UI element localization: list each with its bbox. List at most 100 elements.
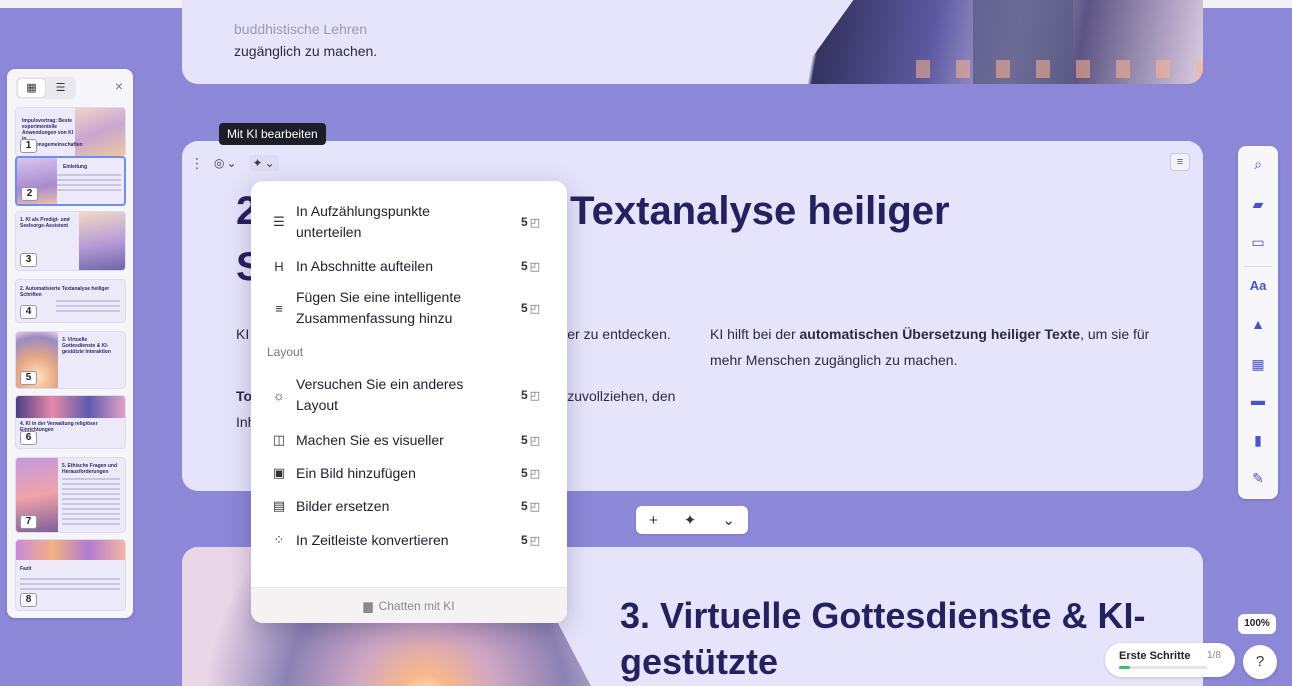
onboarding-widget[interactable]: Erste Schritte 1/8 xyxy=(1105,643,1235,677)
chevron-down-icon[interactable]: ⌄ xyxy=(722,511,735,529)
thumbnail-4[interactable]: 2. Automatisierte Textanalyse heiliger S… xyxy=(15,279,126,323)
close-icon[interactable]: × xyxy=(115,78,123,94)
thumbnail-8[interactable]: Fazit 8 xyxy=(15,539,126,611)
thumbnail-title: Einleitung xyxy=(63,164,88,170)
thumbnail-image xyxy=(16,396,125,418)
menu-item-replace-images[interactable]: ▤ Bilder ersetzen 5 ◰ xyxy=(251,495,567,517)
help-button[interactable]: ? xyxy=(1243,645,1277,679)
menu-item-more-visual[interactable]: ◫ Machen Sie es visueller 5 ◰ xyxy=(251,429,567,451)
layout-icon[interactable]: ▭ xyxy=(1248,232,1268,252)
thumbnail-number: 7 xyxy=(20,515,37,529)
onboarding-progress xyxy=(1119,666,1207,669)
thumbnail-title: 3. Virtuelle Gottesdienste & KI-gestützt… xyxy=(62,337,111,355)
credit-icon: ◰ xyxy=(529,303,541,315)
zoom-indicator[interactable]: 100% xyxy=(1238,614,1276,634)
credit-icon: ◰ xyxy=(529,468,541,480)
drag-handle-icon[interactable]: ⋮ xyxy=(190,153,204,173)
credit-icon: ◰ xyxy=(529,535,541,547)
image-icon[interactable]: ▲ xyxy=(1248,314,1268,334)
summary-icon: ≡ xyxy=(275,300,283,316)
chat-icon: ▆ xyxy=(363,598,373,613)
thumbnail-text-lines xyxy=(62,478,120,526)
search-icon[interactable]: ⌕ xyxy=(1248,154,1268,174)
ai-edit-menu: ☰ In Aufzählungspunkte unterteilen 5 ◰ H … xyxy=(251,181,567,623)
thumbnail-number: 1 xyxy=(20,139,37,153)
credits-badge: 5 ◰ xyxy=(521,215,540,229)
chat-with-ai-button[interactable]: ▆ Chatten mit KI xyxy=(251,587,567,623)
thumbnail-image xyxy=(79,212,125,270)
visual-icon: ◫ xyxy=(272,432,286,447)
thumbnail-number: 3 xyxy=(20,253,37,267)
credits-badge: 5 ◰ xyxy=(521,433,540,447)
thumbnail-number: 4 xyxy=(20,305,37,319)
edit-icon[interactable]: ✎ xyxy=(1248,468,1268,488)
chevron-down-icon: ⌄ xyxy=(226,156,237,170)
add-card-icon[interactable]: ▰ xyxy=(1248,194,1268,214)
image-add-icon: ▣ xyxy=(272,465,286,480)
card-icon[interactable]: ▬ xyxy=(1248,390,1268,410)
text-style-icon[interactable]: Aa xyxy=(1248,276,1268,296)
sparkle-icon: ✦ xyxy=(252,156,263,170)
menu-item-summary[interactable]: ≡ Fügen Sie eine intelligente Zusammenfa… xyxy=(251,287,567,329)
thumbnail-title: 2. Automatisierte Textanalyse heiliger S… xyxy=(20,286,110,298)
thumbnail-image xyxy=(75,108,125,156)
thumbnail-6[interactable]: 4. KI in der Verwaltung religiöser Einri… xyxy=(15,395,126,449)
card2-paragraph-right[interactable]: KI hilft bei der automatischen Übersetzu… xyxy=(710,321,1150,373)
thumbnail-2[interactable]: Einleitung 2 xyxy=(15,156,126,206)
chat-with-ai-label: Chatten mit KI xyxy=(378,598,455,613)
media-icon[interactable]: ▦ xyxy=(1248,354,1268,374)
onboarding-progress-fill xyxy=(1119,666,1130,669)
thumbnail-number: 8 xyxy=(20,593,37,607)
credits-badge: 5 ◰ xyxy=(521,533,540,547)
notes-icon[interactable]: ≡ xyxy=(1170,153,1190,171)
menu-item-label: In Aufzählungspunkte unterteilen xyxy=(296,203,430,240)
list-view-icon[interactable]: ☰ xyxy=(47,79,74,97)
ai-generate-card-button[interactable]: ✦ xyxy=(684,511,697,529)
card-toolbar: ⋮ ◎ ⌄ ✦ ⌄ xyxy=(190,152,279,174)
menu-item-label: Machen Sie es visueller xyxy=(296,431,444,448)
thumbnail-number: 6 xyxy=(20,431,37,445)
grid-view-icon[interactable]: ▦ xyxy=(18,79,45,97)
slide-card-1: buddhistische Lehren zugänglich zu mache… xyxy=(182,0,1203,84)
onboarding-count: 1/8 xyxy=(1207,650,1221,661)
credit-icon: ◰ xyxy=(529,390,541,402)
credit-icon: ◰ xyxy=(529,217,541,229)
menu-item-add-image[interactable]: ▣ Ein Bild hinzufügen 5 ◰ xyxy=(251,462,567,484)
menu-item-other-layout[interactable]: ☼ Versuchen Sie ein anderes Layout 5 ◰ xyxy=(251,374,567,416)
thumbnail-image xyxy=(16,540,125,560)
heading-icon: H xyxy=(274,258,284,274)
thumbnail-number: 5 xyxy=(20,371,37,385)
card3-heading[interactable]: 3. Virtuelle Gottesdienste & KI-gestützt… xyxy=(620,593,1180,685)
thumbnail-3[interactable]: 1. KI als Predigt- und Seelsorge-Assiste… xyxy=(15,211,126,271)
credits-value: 5 xyxy=(521,499,528,513)
menu-item-label: In Zeitleiste konvertieren xyxy=(296,531,449,548)
thumbnail-panel: ▦ ☰ × Impulsvortrag: Beste experimentell… xyxy=(7,69,133,618)
palette-icon: ◎ xyxy=(214,156,225,170)
card-style-button[interactable]: ◎ ⌄ xyxy=(210,155,241,171)
thumbnail-title: 5. Ethische Fragen und Herausforderungen xyxy=(62,463,118,475)
credits-value: 5 xyxy=(521,533,528,547)
edit-with-ai-button[interactable]: ✦ ⌄ xyxy=(248,155,279,171)
menu-item-label: Ein Bild hinzufügen xyxy=(296,464,416,481)
menu-item-sections[interactable]: H In Abschnitte aufteilen 5 ◰ xyxy=(251,255,567,277)
card1-image xyxy=(793,0,1203,84)
card1-text: buddhistische Lehren zugänglich zu mache… xyxy=(234,18,377,62)
thumbnail-text-lines xyxy=(57,174,121,192)
thumbnail-1[interactable]: Impulsvortrag: Beste experimentelle Anwe… xyxy=(15,107,126,157)
credit-icon: ◰ xyxy=(529,501,541,513)
timeline-icon: ⁘ xyxy=(273,532,285,547)
menu-item-bullets[interactable]: ☰ In Aufzählungspunkte unterteilen 5 ◰ xyxy=(251,201,567,243)
thumbnail-5[interactable]: 3. Virtuelle Gottesdienste & KI-gestützt… xyxy=(15,331,126,389)
add-card-bar: + ✦ ⌄ xyxy=(636,506,748,534)
card1-text-line2: zugänglich zu machen. xyxy=(234,43,378,59)
credits-badge: 5 ◰ xyxy=(521,301,540,315)
menu-item-label: Fügen Sie eine intelligente Zusammenfass… xyxy=(296,289,462,326)
credits-value: 5 xyxy=(521,259,528,273)
onboarding-label: Erste Schritte xyxy=(1119,650,1191,662)
chart-icon[interactable]: ▮ xyxy=(1248,430,1268,450)
thumbnail-7[interactable]: 5. Ethische Fragen und Herausforderungen… xyxy=(15,457,126,533)
credit-icon: ◰ xyxy=(529,435,541,447)
menu-item-timeline[interactable]: ⁘ In Zeitleiste konvertieren 5 ◰ xyxy=(251,529,567,551)
add-card-button[interactable]: + xyxy=(649,512,658,529)
thumbnail-title: Fazit xyxy=(20,566,32,572)
